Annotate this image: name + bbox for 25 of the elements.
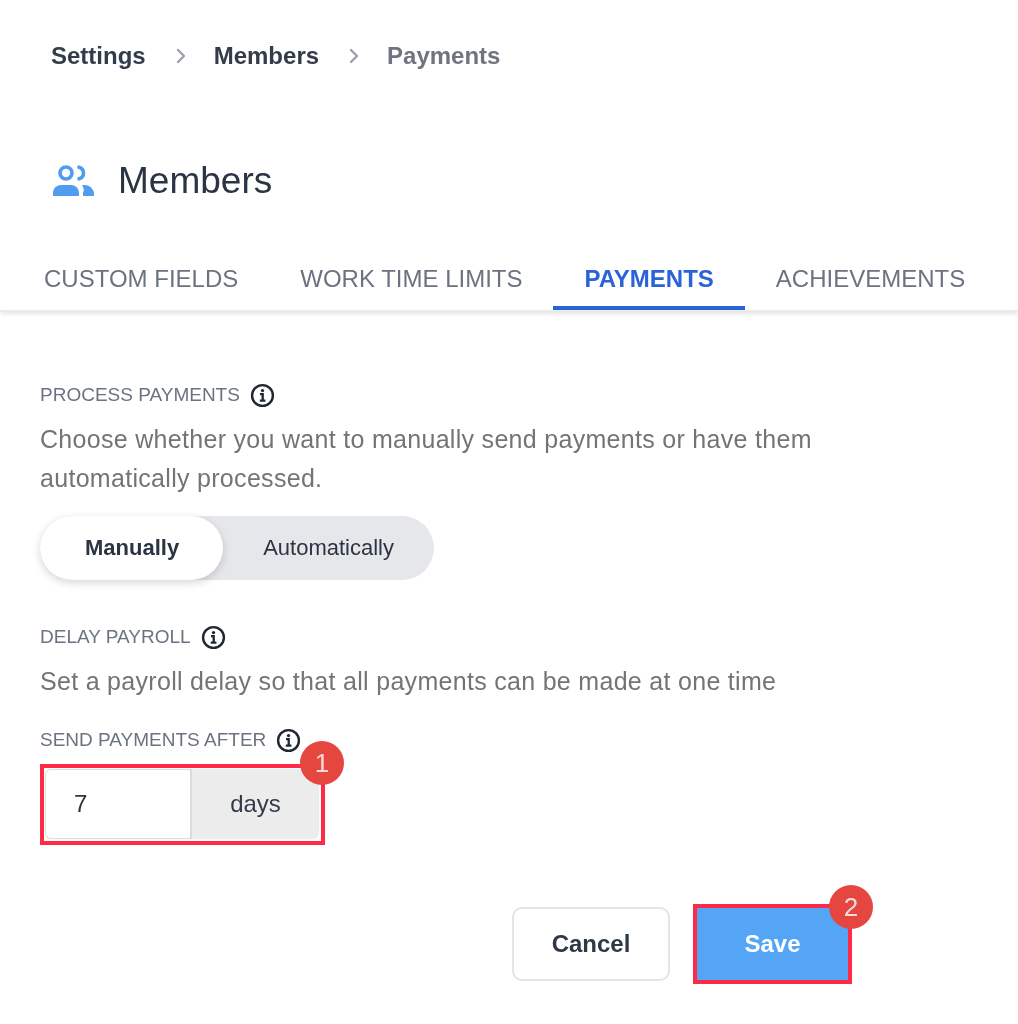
cancel-button[interactable]: Cancel xyxy=(512,907,670,981)
section-description: Choose whether you want to manually send payments or have them automatically processed. xyxy=(40,424,813,494)
tab[interactable]: CUSTOM FIELDS xyxy=(13,248,270,310)
annotation-badge: 1 xyxy=(300,741,344,785)
chevron-icon xyxy=(349,48,360,64)
annotation-badge: 2 xyxy=(829,885,873,929)
breadcrumb-link[interactable]: Settings xyxy=(51,41,146,71)
info-icon[interactable] xyxy=(276,727,302,753)
tab[interactable]: PAYMENTS xyxy=(553,248,745,310)
section-label: DELAY PAYROLL xyxy=(40,625,191,649)
section-description: Set a payroll delay so that all payments can be made at one time xyxy=(40,666,778,697)
people-icon xyxy=(52,165,96,197)
breadcrumb-link[interactable]: Members xyxy=(213,41,320,71)
info-icon[interactable] xyxy=(200,624,226,650)
page-title: Members xyxy=(118,159,273,203)
input-field[interactable]: 7 xyxy=(45,769,190,839)
breadcrumb-link[interactable]: Payments xyxy=(387,41,501,71)
tab[interactable]: WORK TIME LIMITS xyxy=(269,248,554,310)
tab[interactable]: ACHIEVEMENTS xyxy=(744,248,997,310)
info-icon[interactable] xyxy=(249,382,275,408)
section-label: SEND PAYMENTS AFTER xyxy=(40,728,267,752)
segment-option[interactable]: Manually xyxy=(40,516,224,580)
segment-option[interactable]: Automatically xyxy=(223,516,434,580)
section-label: PROCESS PAYMENTS xyxy=(40,383,240,407)
chevron-icon xyxy=(175,48,186,64)
